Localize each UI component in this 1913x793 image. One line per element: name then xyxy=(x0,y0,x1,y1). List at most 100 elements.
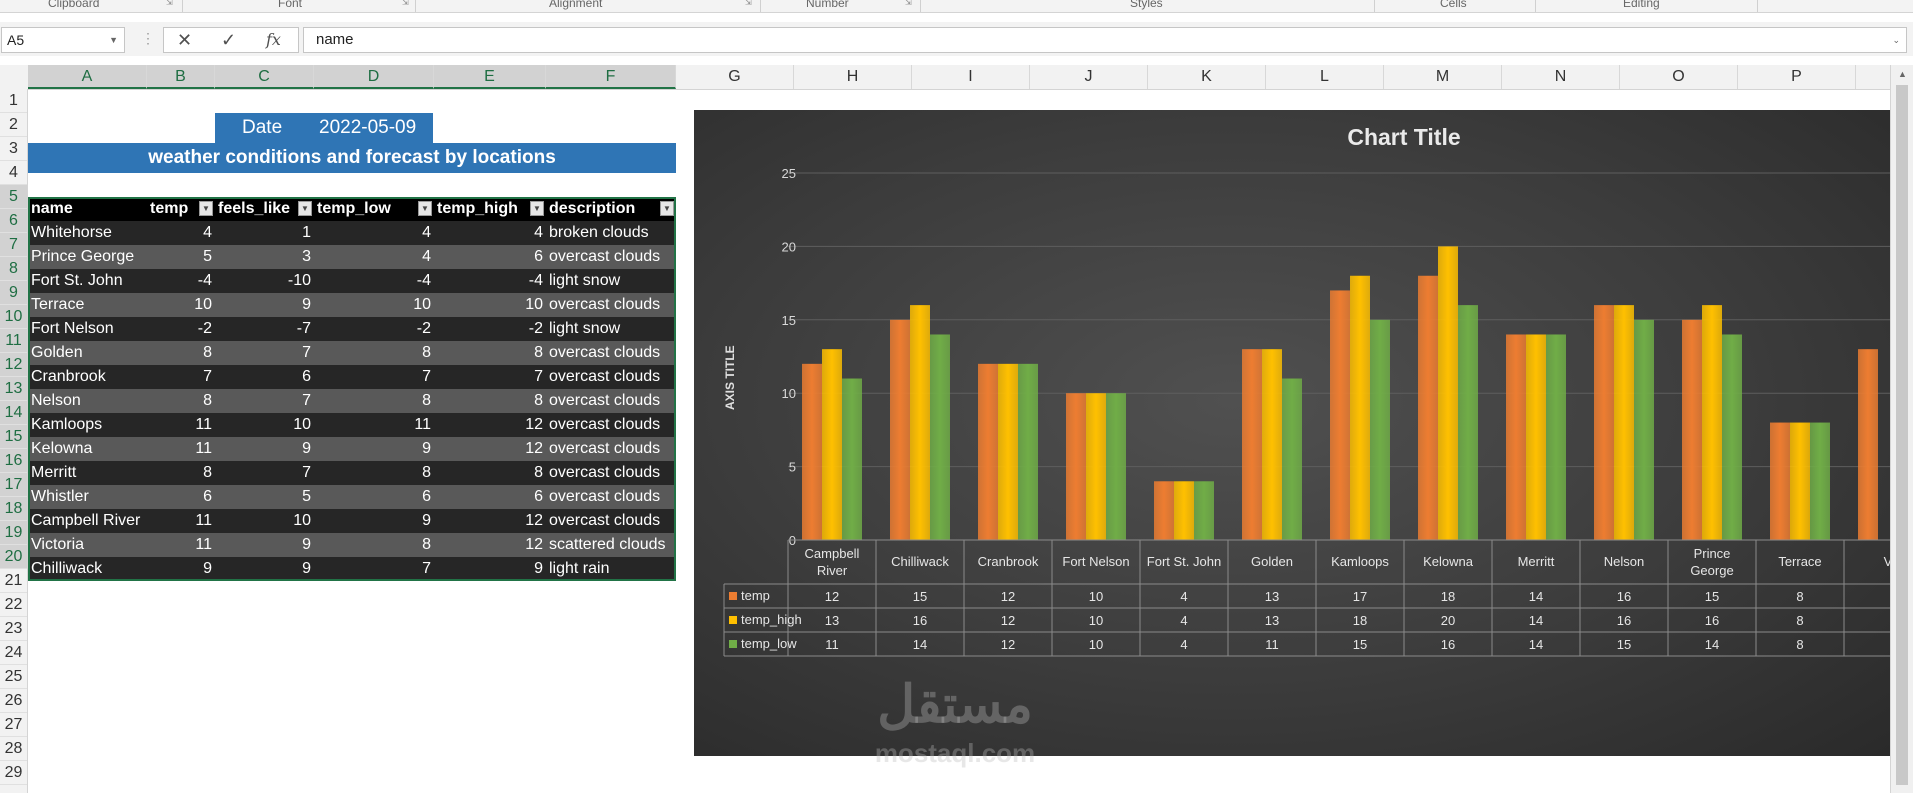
row-header[interactable]: 6 xyxy=(0,209,27,233)
fx-icon[interactable]: fx xyxy=(266,28,281,52)
table-cell[interactable]: overcast clouds xyxy=(546,389,676,413)
scroll-thumb[interactable] xyxy=(1896,85,1908,785)
table-cell[interactable]: overcast clouds xyxy=(546,461,676,485)
row-header[interactable]: 14 xyxy=(0,401,27,425)
table-cell[interactable]: overcast clouds xyxy=(546,509,676,533)
header-temp-high[interactable]: temp_high ▼ xyxy=(434,197,546,221)
filter-dropdown-icon[interactable]: ▼ xyxy=(199,201,213,216)
formula-input[interactable]: name ⌄ xyxy=(303,27,1907,53)
close-icon[interactable]: ✕ xyxy=(177,28,192,52)
table-cell[interactable]: 11 xyxy=(147,509,215,533)
table-cell[interactable]: Prince George xyxy=(28,245,147,269)
table-cell[interactable]: overcast clouds xyxy=(546,437,676,461)
table-cell[interactable]: 7 xyxy=(147,365,215,389)
row-header[interactable]: 16 xyxy=(0,449,27,473)
row-header[interactable]: 8 xyxy=(0,257,27,281)
column-header-m[interactable]: M xyxy=(1384,65,1502,89)
table-cell[interactable]: 8 xyxy=(434,341,546,365)
table-cell[interactable]: Victoria xyxy=(28,533,147,557)
table-cell[interactable]: overcast clouds xyxy=(546,485,676,509)
header-feels-like[interactable]: feels_like ▼ xyxy=(215,197,314,221)
table-cell[interactable]: 7 xyxy=(314,557,434,581)
table-cell[interactable]: 8 xyxy=(147,341,215,365)
table-cell[interactable]: -2 xyxy=(147,317,215,341)
table-cell[interactable]: 4 xyxy=(147,221,215,245)
table-cell[interactable]: 6 xyxy=(434,245,546,269)
table-cell[interactable]: Cranbrook xyxy=(28,365,147,389)
table-cell[interactable]: overcast clouds xyxy=(546,365,676,389)
table-cell[interactable]: 9 xyxy=(434,557,546,581)
row-header[interactable]: 25 xyxy=(0,665,27,689)
table-cell[interactable]: -4 xyxy=(147,269,215,293)
column-header-h[interactable]: H xyxy=(794,65,912,89)
table-cell[interactable]: 7 xyxy=(314,365,434,389)
table-cell[interactable]: 10 xyxy=(215,413,314,437)
table-cell[interactable]: 8 xyxy=(314,341,434,365)
column-header-d[interactable]: D xyxy=(314,65,434,89)
table-cell[interactable]: Fort St. John xyxy=(28,269,147,293)
table-cell[interactable]: 4 xyxy=(434,221,546,245)
row-header[interactable]: 7 xyxy=(0,233,27,257)
table-cell[interactable]: 9 xyxy=(147,557,215,581)
table-cell[interactable]: broken clouds xyxy=(546,221,676,245)
dialog-launcher-icon[interactable]: ⇲ xyxy=(402,0,409,7)
table-cell[interactable]: 6 xyxy=(314,485,434,509)
vertical-scrollbar[interactable]: ▲ xyxy=(1890,65,1913,793)
row-header[interactable]: 18 xyxy=(0,497,27,521)
table-cell[interactable]: Kelowna xyxy=(28,437,147,461)
filter-dropdown-icon[interactable]: ▼ xyxy=(298,201,312,216)
table-cell[interactable]: 4 xyxy=(314,221,434,245)
table-cell[interactable]: 7 xyxy=(215,461,314,485)
table-cell[interactable]: 12 xyxy=(434,509,546,533)
row-header[interactable]: 20 xyxy=(0,545,27,569)
table-cell[interactable]: light snow xyxy=(546,317,676,341)
table-cell[interactable]: 5 xyxy=(215,485,314,509)
table-cell[interactable]: Nelson xyxy=(28,389,147,413)
table-cell[interactable]: 1 xyxy=(215,221,314,245)
row-header[interactable]: 4 xyxy=(0,161,27,185)
dialog-launcher-icon[interactable]: ⇲ xyxy=(745,0,752,7)
table-cell[interactable]: light rain xyxy=(546,557,676,581)
table-cell[interactable]: -2 xyxy=(314,317,434,341)
table-cell[interactable]: 7 xyxy=(434,365,546,389)
table-cell[interactable]: 6 xyxy=(147,485,215,509)
date-cell[interactable]: Date 2022-05-09 xyxy=(215,113,433,143)
column-header-o[interactable]: O xyxy=(1620,65,1738,89)
row-header[interactable]: 28 xyxy=(0,737,27,761)
more-options-icon[interactable]: ⋮ xyxy=(141,30,155,47)
table-cell[interactable]: 10 xyxy=(215,509,314,533)
column-header-b[interactable]: B xyxy=(147,65,215,89)
row-header[interactable]: 10 xyxy=(0,305,27,329)
row-header[interactable]: 27 xyxy=(0,713,27,737)
row-header[interactable]: 9 xyxy=(0,281,27,305)
chevron-down-icon[interactable]: ⌄ xyxy=(1892,28,1900,52)
table-cell[interactable]: Golden xyxy=(28,341,147,365)
table-cell[interactable]: 9 xyxy=(215,293,314,317)
table-cell[interactable]: -2 xyxy=(434,317,546,341)
table-cell[interactable]: 7 xyxy=(215,389,314,413)
table-cell[interactable]: 3 xyxy=(215,245,314,269)
table-cell[interactable]: 8 xyxy=(434,389,546,413)
row-header[interactable]: 19 xyxy=(0,521,27,545)
table-cell[interactable]: 8 xyxy=(147,461,215,485)
row-header[interactable]: 3 xyxy=(0,137,27,161)
column-header-f[interactable]: F xyxy=(546,65,676,89)
table-cell[interactable]: 11 xyxy=(147,437,215,461)
filter-dropdown-icon[interactable]: ▼ xyxy=(660,201,674,216)
table-cell[interactable]: Merritt xyxy=(28,461,147,485)
row-header[interactable]: 24 xyxy=(0,641,27,665)
chevron-down-icon[interactable]: ▼ xyxy=(109,28,118,52)
table-cell[interactable]: 11 xyxy=(314,413,434,437)
table-cell[interactable]: 9 xyxy=(215,533,314,557)
table-cell[interactable]: Kamloops xyxy=(28,413,147,437)
filter-dropdown-icon[interactable]: ▼ xyxy=(530,201,544,216)
row-header[interactable]: 1 xyxy=(0,89,27,113)
table-cell[interactable]: scattered clouds xyxy=(546,533,676,557)
table-cell[interactable]: 9 xyxy=(314,437,434,461)
row-header[interactable]: 23 xyxy=(0,617,27,641)
row-header[interactable]: 12 xyxy=(0,353,27,377)
table-cell[interactable]: Terrace xyxy=(28,293,147,317)
dialog-launcher-icon[interactable]: ⇲ xyxy=(166,0,173,7)
table-cell[interactable]: 10 xyxy=(434,293,546,317)
table-cell[interactable]: -4 xyxy=(434,269,546,293)
